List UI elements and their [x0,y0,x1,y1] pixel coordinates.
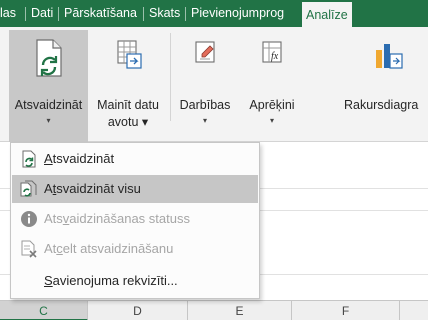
tab-parskatisana[interactable]: Pārskatīšana [64,0,137,27]
svg-text:fx: fx [271,51,279,62]
ribbon-panel: Atsvaidzināt ▾ Mainīt datu avotu ▾ Darbī… [0,27,428,143]
menu-item-label: Savienojuma rekvizīti... [44,273,178,288]
tab-separator [143,7,144,21]
info-icon [21,211,37,227]
tab-skats[interactable]: Skats [149,0,180,27]
refresh-icon [22,150,36,168]
menu-item-refresh-all[interactable]: Atsvaidzināt visu [12,175,258,203]
menu-item-connection-properties[interactable]: Savienojuma rekvizīti... [12,267,258,295]
tab-analize[interactable]: Analīze [302,0,352,27]
calculations-label: Aprēķini [249,98,295,112]
column-header-c[interactable]: C [0,301,88,320]
calculations-button[interactable]: fx Aprēķini ▾ [240,30,304,143]
menu-item-refresh-status[interactable]: Atsvaidzināšanas statuss [12,205,258,233]
change-data-source-icon [117,40,142,69]
ribbon-tab-bar: las Dati Pārskatīšana Skats Pievienojump… [0,0,428,27]
calculations-icon: fx [262,41,282,63]
tab-dati[interactable]: Dati [31,0,53,27]
actions-label: Darbības [179,98,231,112]
actions-icon [195,41,215,63]
pivotchart-icon [376,44,403,69]
column-header-e[interactable]: E [188,301,292,320]
column-header-d[interactable]: D [88,301,188,320]
pivotchart-button[interactable]: Rakursdiagra [338,30,428,143]
menu-item-label: Atsvaidzināšanas statuss [44,211,190,226]
menu-item-label: Atsvaidzināt [44,151,115,166]
tab-separator [58,7,59,21]
tab-las[interactable]: las [0,0,16,27]
refresh-split-button[interactable]: Atsvaidzināt ▾ [9,30,88,143]
tab-pievienojumprog[interactable]: Pievienojumprog [191,0,284,27]
pivotchart-label: Rakursdiagra [344,98,419,112]
actions-button[interactable]: Darbības ▾ [172,30,238,143]
column-header-f[interactable]: F [292,301,400,320]
change-data-source-label: Mainīt datu [97,98,159,112]
refresh-label: Atsvaidzināt [14,98,83,112]
refresh-dropdown-menu: Atsvaidzināt Atsvaidzināt visu Atsvaidzi… [10,142,260,299]
menu-item-label: Atsvaidzināt visu [44,181,141,196]
change-data-source-label-2: avotu ▾ [107,115,149,129]
chevron-down-icon: ▾ [202,116,207,125]
menu-item-refresh[interactable]: Atsvaidzināt [12,145,258,173]
refresh-all-icon [20,180,37,197]
menu-item-cancel-refresh[interactable]: Atcelt atsvaidzināšanu [12,235,258,263]
tab-separator [185,7,186,21]
change-data-source-button[interactable]: Mainīt datu avotu ▾ [90,30,166,143]
chevron-down-icon: ▾ [269,116,274,125]
chevron-down-icon: ▾ [46,116,51,125]
tab-separator [25,7,26,21]
menu-item-label: Atcelt atsvaidzināšanu [44,241,174,256]
group-separator [170,33,171,121]
refresh-icon [36,39,62,77]
column-header-row: C D E F [0,300,428,320]
cancel-refresh-icon [21,240,37,258]
